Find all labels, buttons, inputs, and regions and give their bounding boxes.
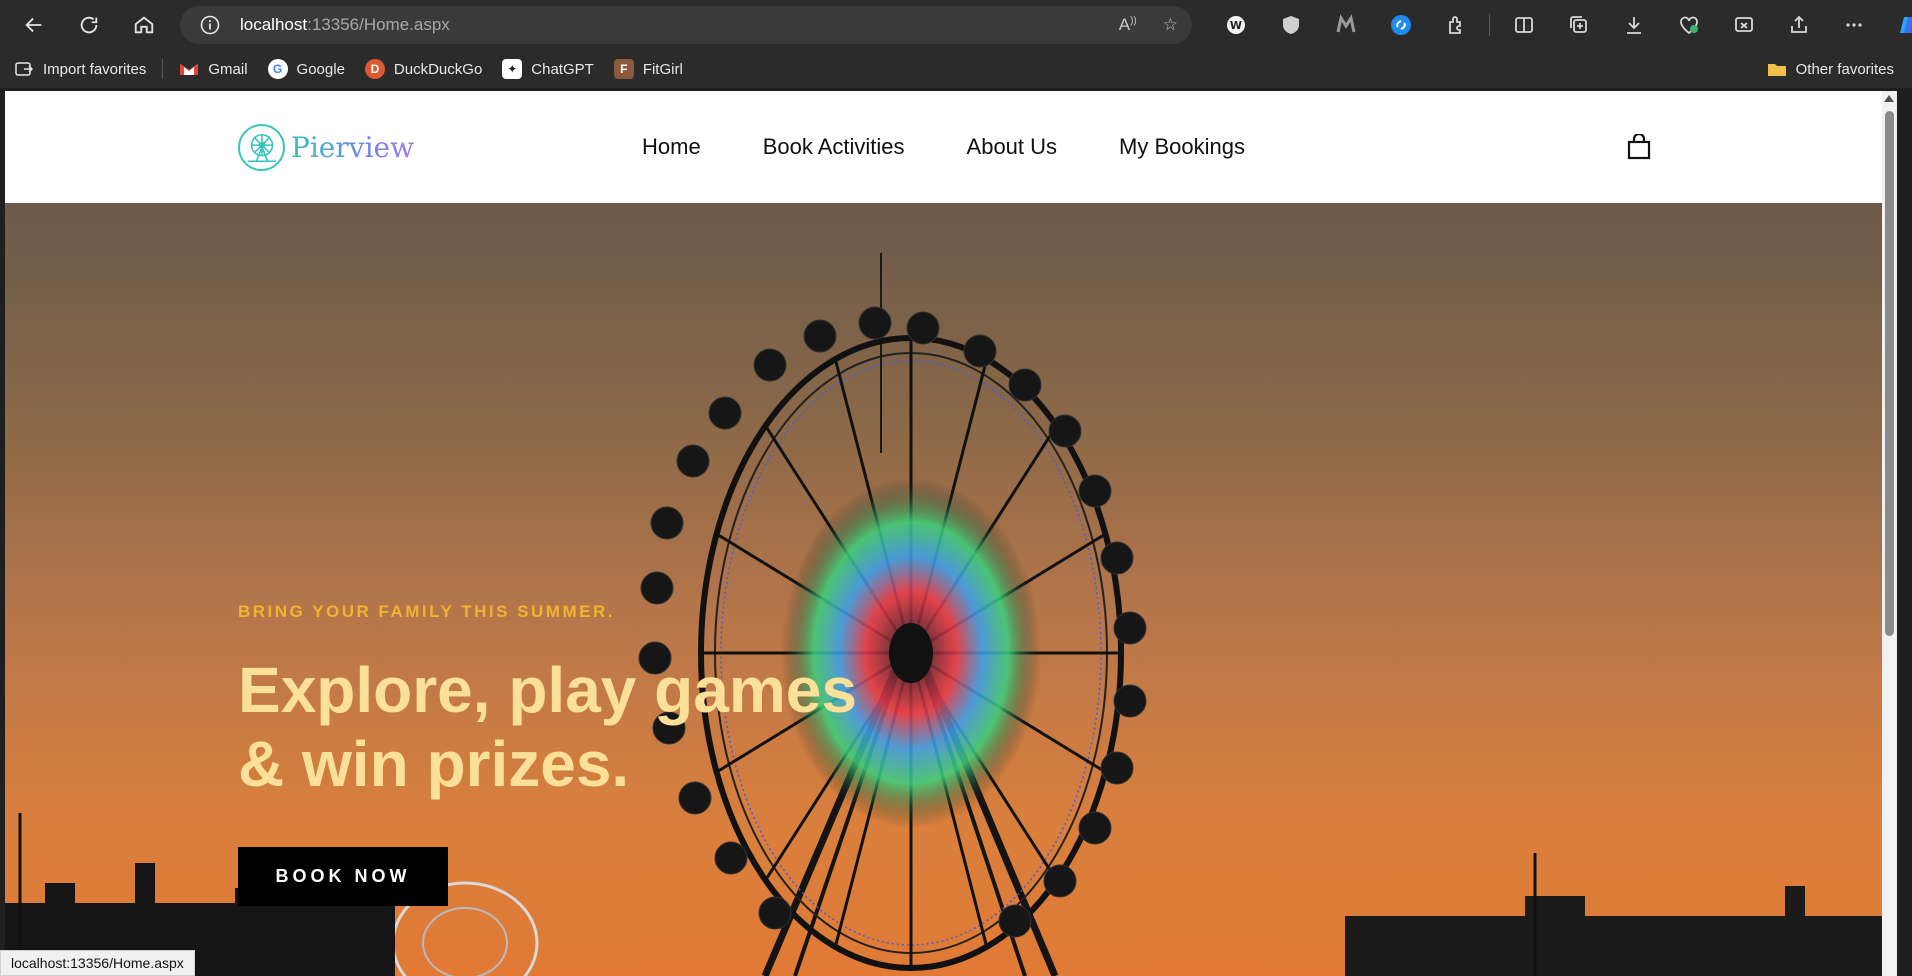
url-path: :13356/Home.aspx [307,15,450,34]
read-aloud-icon[interactable]: A)) [1119,15,1137,35]
logo-text: Pierview [291,131,415,164]
bookmark-label: FitGirl [642,60,683,78]
nav-my-bookings[interactable]: My Bookings [1119,134,1245,160]
book-now-button[interactable]: BOOK NOW [238,847,448,906]
extensions-icon[interactable] [1428,0,1483,50]
bookmarks-bar: Import favorites Gmail G Google D DuckDu… [0,50,1912,88]
ferris-wheel-logo-icon [238,124,285,171]
split-screen-icon[interactable] [1496,0,1551,50]
site-logo[interactable]: Pierview [238,124,414,171]
home-icon[interactable] [124,5,164,45]
other-favorites-label: Other favorites [1795,60,1894,78]
chatgpt-icon: ✦ [502,59,523,79]
copilot-icon[interactable] [1881,0,1912,50]
main-nav: Home Book Activities About Us My Booking… [642,91,1245,203]
refresh-icon[interactable] [69,5,109,45]
import-icon [14,59,34,79]
back-icon[interactable] [14,5,54,45]
browser-essentials-icon[interactable] [1661,0,1716,50]
bookmark-label: Gmail [208,60,248,78]
download-icon[interactable] [1606,0,1661,50]
bookmark-google[interactable]: G Google [258,50,355,88]
more-options-icon[interactable] [1826,0,1881,50]
google-icon: G [267,59,288,79]
url-host: localhost [240,15,308,34]
bookmark-duckduckgo[interactable]: D DuckDuckGo [355,50,492,88]
url-text: localhost:13356/Home.aspx [240,15,450,35]
folder-icon [1767,59,1787,79]
nav-home[interactable]: Home [642,134,701,160]
nav-book-activities[interactable]: Book Activities [763,134,905,160]
bookmark-label: ChatGPT [531,60,594,78]
wappalyzer-icon[interactable]: W [1208,0,1263,50]
scroll-up-icon[interactable] [1884,95,1894,102]
page-scrollbar[interactable] [1882,91,1897,976]
svg-text:W: W [1229,19,1241,32]
collections-icon[interactable] [1551,0,1606,50]
shopping-bag-icon[interactable] [1627,132,1651,160]
favorite-star-icon[interactable]: ☆ [1163,15,1178,35]
hero-section: BRING YOUR FAMILY THIS SUMMER. Explore, … [5,203,1897,976]
status-bar: localhost:13356/Home.aspx [0,950,195,976]
fitgirl-icon: F [613,59,634,79]
hero-title-line2: & win prizes. [238,728,630,800]
browser-toolbar: localhost:13356/Home.aspx A)) ☆ W [0,0,1912,50]
malwarebytes-icon[interactable] [1318,0,1373,50]
nav-about-us[interactable]: About Us [967,134,1058,160]
hero-title-line1: Explore, play games [238,654,857,726]
bookmark-label: DuckDuckGo [393,60,483,78]
bookmark-gmail[interactable]: Gmail [169,50,257,88]
address-bar[interactable]: localhost:13356/Home.aspx A)) ☆ [180,6,1192,44]
shield-icon[interactable] [1263,0,1318,50]
bookmark-import-favorites[interactable]: Import favorites [0,50,156,88]
gmail-icon [179,59,199,79]
hero-kicker: BRING YOUR FAMILY THIS SUMMER. [238,602,615,621]
page-viewport: Pierview Home Book Activities About Us M… [5,91,1897,976]
bookmark-other-favorites[interactable]: Other favorites [1757,50,1904,88]
bookmark-label: Import favorites [43,60,147,78]
hero-title: Explore, play games & win prizes. [238,653,938,801]
screenshot-icon[interactable] [1716,0,1771,50]
scrollbar-thumb[interactable] [1885,111,1894,636]
bookmark-label: Google [296,60,345,78]
shazam-icon[interactable] [1373,0,1428,50]
bookmark-chatgpt[interactable]: ✦ ChatGPT [492,50,604,88]
share-icon[interactable] [1771,0,1826,50]
site-header: Pierview Home Book Activities About Us M… [5,91,1897,203]
bookmark-fitgirl[interactable]: F FitGirl [604,50,693,88]
duckduckgo-icon: D [364,59,385,79]
site-info-icon[interactable] [200,15,220,35]
